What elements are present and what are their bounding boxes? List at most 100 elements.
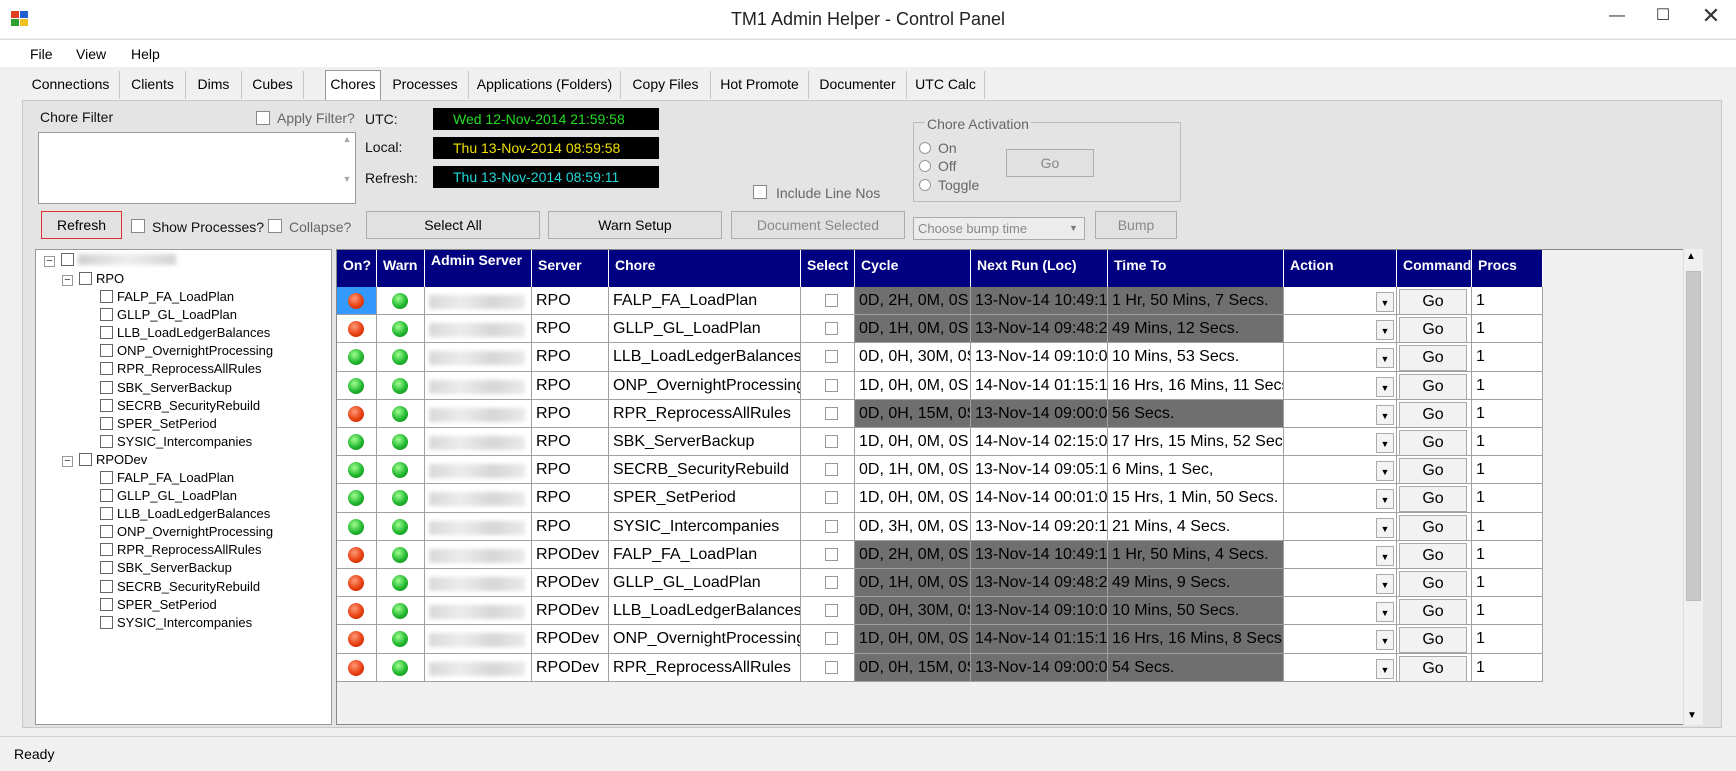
status-on-icon[interactable] [348,462,364,479]
warn-ok-icon[interactable] [392,490,408,507]
tab-processes[interactable]: Processes [382,71,469,99]
row-select-checkbox[interactable] [825,519,838,533]
tab-copy-files[interactable]: Copy Files [621,71,711,99]
refresh-button[interactable]: Refresh [41,211,122,239]
tree-chore[interactable]: SECRB_SecurityRebuild [100,578,260,596]
table-cell-action[interactable]: ▼ [1284,484,1397,513]
row-select-checkbox[interactable] [825,406,838,420]
go-button[interactable]: Go [1399,655,1467,681]
tree-checkbox[interactable] [100,561,113,575]
go-button[interactable]: Go [1399,373,1467,399]
table-cell-action[interactable]: ▼ [1284,540,1397,569]
warn-ok-icon[interactable] [392,546,408,563]
bump-button[interactable]: Bump [1095,211,1177,239]
table-cell-action[interactable]: ▼ [1284,512,1397,541]
table-cell-warn[interactable] [377,484,425,513]
col-procs-header[interactable]: Procs [1472,250,1543,287]
table-cell-action[interactable]: ▼ [1284,625,1397,654]
tree-server[interactable]: − RPO [62,270,124,288]
table-cell-select[interactable] [801,343,855,372]
table-cell-action[interactable]: ▼ [1284,399,1397,428]
status-off-icon[interactable] [348,321,364,338]
tree-chore[interactable]: GLLP_GL_LoadPlan [100,487,237,505]
tree-checkbox[interactable] [100,615,113,629]
col-time-to-header[interactable]: Time To [1108,250,1284,287]
table-cell-action[interactable]: ▼ [1284,287,1397,316]
action-dropdown-icon[interactable]: ▼ [1376,348,1394,369]
tree-chore[interactable]: SECRB_SecurityRebuild [100,397,260,415]
close-icon[interactable]: ✕ [1688,2,1734,32]
apply-filter-checkbox[interactable] [256,111,270,125]
go-button[interactable]: Go [1399,458,1467,484]
table-cell-warn[interactable] [377,371,425,400]
tree-checkbox[interactable] [100,290,113,303]
action-dropdown-icon[interactable]: ▼ [1376,602,1394,623]
status-off-icon[interactable] [348,659,364,676]
col-warn-header[interactable]: Warn [377,250,425,287]
go-button[interactable]: Go [1399,542,1467,568]
tree-collapse-icon[interactable]: − [62,455,73,467]
table-cell-on[interactable] [337,625,377,654]
tree-checkbox[interactable] [100,380,113,394]
table-cell-warn[interactable] [377,625,425,654]
table-cell-on[interactable] [337,399,377,428]
table-cell-select[interactable] [801,287,855,316]
action-dropdown-icon[interactable]: ▼ [1376,574,1394,594]
menu-file[interactable]: File [30,46,53,62]
menu-view[interactable]: View [76,46,106,62]
row-select-checkbox[interactable] [825,576,838,589]
warn-ok-icon[interactable] [392,603,408,620]
status-off-icon[interactable] [348,631,364,648]
warn-ok-icon[interactable] [392,349,408,366]
warn-ok-icon[interactable] [392,405,408,422]
go-button[interactable]: Go [1399,514,1467,540]
table-cell-select[interactable] [801,512,855,541]
chore-filter-input[interactable] [38,132,356,204]
row-select-checkbox[interactable] [825,435,838,448]
row-select-checkbox[interactable] [825,463,838,477]
action-dropdown-icon[interactable]: ▼ [1376,630,1394,651]
tab-chores[interactable]: Chores [325,70,381,100]
table-cell-on[interactable] [337,287,377,316]
warn-ok-icon[interactable] [392,293,408,309]
go-button[interactable]: Go [1399,345,1467,371]
maximize-icon[interactable]: ☐ [1640,2,1686,32]
col-action-header[interactable]: Action [1284,250,1397,287]
table-cell-action[interactable]: ▼ [1284,371,1397,400]
col-on-header[interactable]: On? [337,250,377,287]
action-dropdown-icon[interactable]: ▼ [1376,658,1394,679]
go-button[interactable]: Go [1399,486,1467,512]
table-cell-select[interactable] [801,653,855,682]
tree-chore[interactable]: ONP_OvernightProcessing [100,523,273,541]
warn-ok-icon[interactable] [392,518,408,535]
tree-chore[interactable]: SPER_SetPeriod [100,415,217,433]
tree-checkbox[interactable] [61,253,74,266]
activation-toggle-radio[interactable] [919,179,931,191]
tree-checkbox[interactable] [79,272,92,285]
row-select-checkbox[interactable] [825,632,838,646]
action-dropdown-icon[interactable]: ▼ [1376,320,1394,341]
row-select-checkbox[interactable] [825,491,838,505]
tree-collapse-icon[interactable]: − [44,256,55,267]
action-dropdown-icon[interactable]: ▼ [1376,489,1394,510]
action-dropdown-icon[interactable]: ▼ [1376,292,1394,312]
warn-setup-button[interactable]: Warn Setup [548,211,722,239]
col-cycle-header[interactable]: Cycle [855,250,971,287]
go-button[interactable]: Go [1399,317,1467,343]
table-cell-on[interactable] [337,540,377,569]
tree-checkbox[interactable] [100,344,113,358]
table-cell-on[interactable] [337,343,377,372]
table-cell-action[interactable]: ▼ [1284,456,1397,485]
scroll-up-icon[interactable]: ▲ [1686,251,1696,262]
document-selected-button[interactable]: Document Selected [731,211,905,239]
col-select-header[interactable]: Select [801,250,855,287]
status-off-icon[interactable] [348,546,364,563]
collapse-checkbox[interactable] [268,219,282,233]
row-select-checkbox[interactable] [825,547,838,561]
status-on-icon[interactable] [348,349,364,366]
table-cell-on[interactable] [337,597,377,626]
table-cell-action[interactable]: ▼ [1284,597,1397,626]
action-dropdown-icon[interactable]: ▼ [1376,376,1394,397]
tab-documenter[interactable]: Documenter [809,71,907,99]
status-on-icon[interactable] [348,377,364,394]
